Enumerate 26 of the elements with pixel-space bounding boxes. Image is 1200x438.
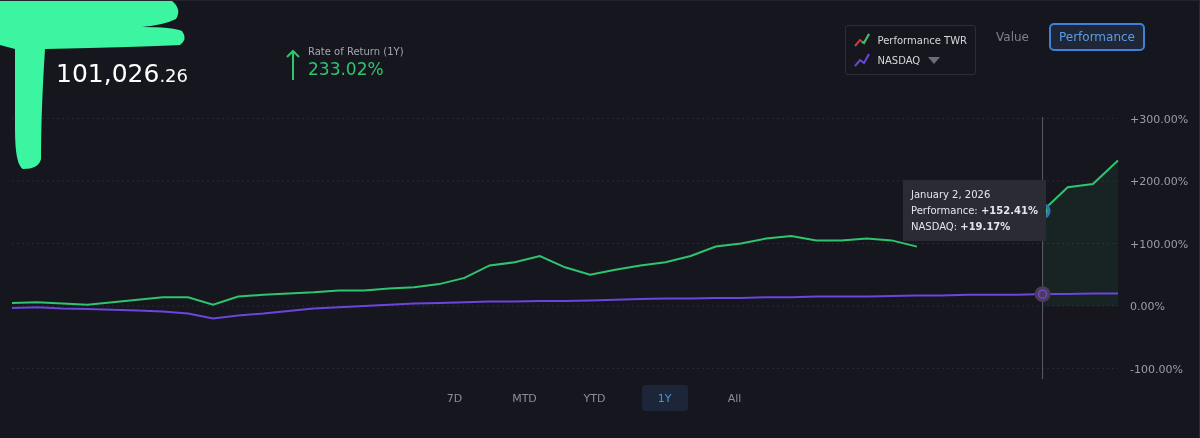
portfolio-cents: .26 — [159, 65, 189, 86]
tooltip-line: NASDAQ: +19.17% — [911, 220, 1012, 234]
axis-tick-label: -100.00% — [1130, 362, 1183, 376]
hover-halo — [1034, 286, 1051, 303]
axis-tick-label: +200.00% — [1130, 175, 1189, 188]
legend-label: NASDAQ — [877, 54, 921, 66]
range-tab[interactable]: 1Y — [641, 385, 688, 411]
range-tab[interactable]: All — [711, 385, 758, 411]
tooltip-date: January 2, 2026 — [911, 188, 992, 202]
rate-value: 233.02% — [308, 58, 385, 79]
view-tab[interactable]: Performance — [1048, 23, 1145, 51]
view-tab[interactable]: Value — [986, 23, 1039, 51]
dropdown-caret-icon[interactable] — [928, 56, 941, 64]
line-chart-icon — [853, 33, 870, 47]
portfolio-value: 101,026 — [56, 59, 160, 88]
hover-marker — [1037, 289, 1048, 299]
axis-tick-label: 0.00% — [1130, 300, 1165, 313]
line-chart-icon — [853, 53, 870, 67]
axis-tick-label: +100.00% — [1130, 237, 1189, 251]
rate-label: Rate of Return (1Y) — [308, 45, 404, 57]
axis-tick-label: +300.00% — [1130, 112, 1189, 126]
range-tab[interactable]: YTD — [571, 385, 618, 411]
range-tab[interactable]: 7D — [431, 385, 478, 411]
legend-label: Performance TWR — [877, 34, 967, 46]
tooltip-line: Performance: +152.41% — [911, 204, 1038, 218]
range-tab[interactable]: MTD — [501, 385, 548, 411]
